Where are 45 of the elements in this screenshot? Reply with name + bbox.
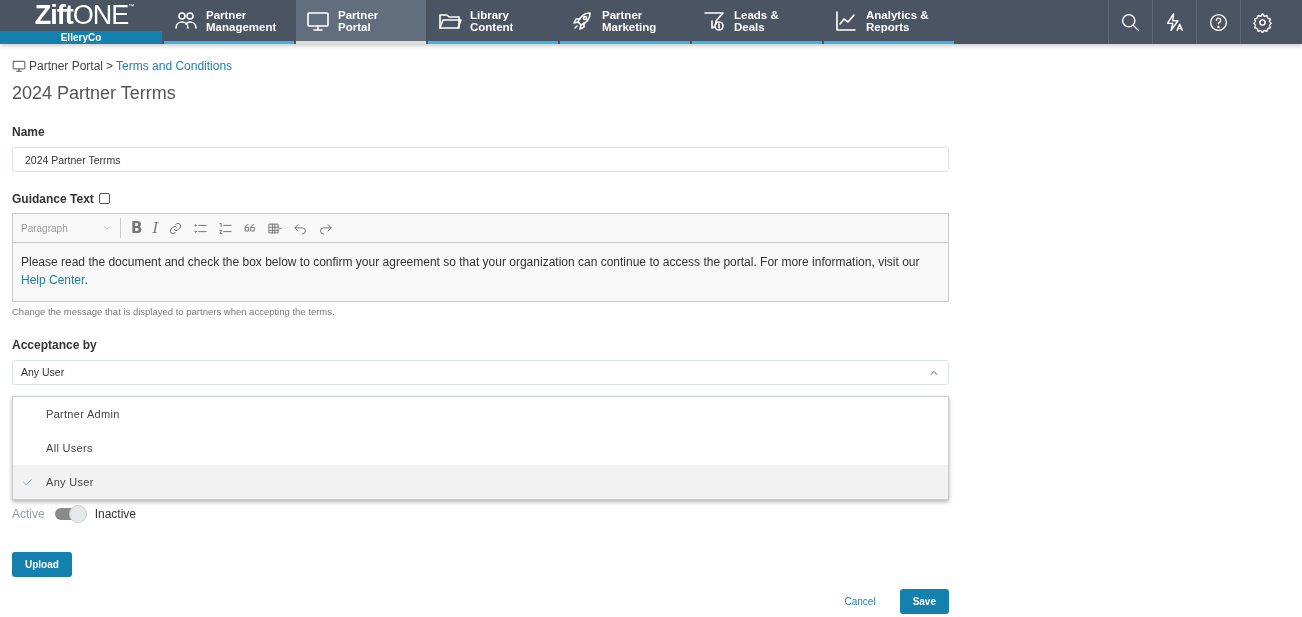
- page-title: 2024 Partner Terrms: [12, 82, 177, 105]
- nav-tab[interactable]: Partner Marketing: [560, 0, 690, 44]
- table-icon[interactable]: [268, 220, 284, 236]
- checkbox[interactable]: [98, 193, 110, 204]
- name-field[interactable]: 2024 Partner Terrms: [12, 147, 949, 172]
- cancel-link[interactable]: Cancel: [844, 594, 876, 609]
- translate-icon[interactable]: [1164, 11, 1185, 33]
- save-button[interactable]: Save: [899, 589, 949, 614]
- breadcrumb-link[interactable]: Terms and Conditions: [116, 57, 233, 75]
- nav-tab[interactable]: Library Content: [428, 0, 558, 44]
- help-text: Change the message that is displayed to partners when accepting the terms.: [12, 306, 336, 318]
- line-chart-icon: [834, 8, 858, 33]
- field-label: Acceptance by: [12, 338, 98, 352]
- dropdown-option[interactable]: Any User: [13, 465, 948, 499]
- dropdown-option[interactable]: Partner Admin: [13, 397, 948, 431]
- organization-label: ElleryCo: [0, 31, 162, 44]
- nav-tab[interactable]: Partner Management: [164, 0, 294, 44]
- help-center-link[interactable]: Help Center: [21, 273, 85, 287]
- acceptance-dropdown[interactable]: Any User: [12, 360, 949, 385]
- logo[interactable]: ZiftONE$^{™}$ ElleryCo: [0, 0, 162, 44]
- guidance-text: Please read the document and check the box below to confirm your agreement so that your organization can continue to access the portal. For more information, visit our Help Center.: [20, 254, 921, 289]
- nav-tab[interactable]: Analytics & Reports: [824, 0, 954, 44]
- dropdown-option[interactable]: All Users: [13, 431, 948, 465]
- check-icon: [22, 476, 33, 488]
- link-icon[interactable]: [168, 220, 184, 236]
- settings-icon[interactable]: [1252, 11, 1273, 33]
- breadcrumb-separator: >: [106, 58, 114, 75]
- numbered-list-icon[interactable]: [218, 220, 234, 236]
- field-label: Name: [12, 125, 46, 139]
- field-label: Guidance Text: [12, 192, 94, 206]
- monitor-icon: [12, 59, 26, 73]
- breadcrumb-item: Partner Portal: [29, 58, 104, 75]
- text-editor[interactable]: Paragraph B I Please read the document and check the box below to confirm your agreement so that your organization can continue to access the portal. For more information, visit our Help Center.: [12, 213, 949, 302]
- status-label: Active: [12, 506, 45, 523]
- chevron-down-icon: [102, 223, 112, 233]
- upload-button[interactable]: Upload: [12, 552, 72, 577]
- bold-button[interactable]: B: [131, 220, 143, 236]
- status-label: Inactive: [94, 506, 137, 523]
- italic-button[interactable]: I: [152, 220, 159, 236]
- status-toggle[interactable]: [54, 508, 85, 520]
- logo-text: ZiftONE$^{™}$: [33, 0, 135, 31]
- nav-tab[interactable]: Partner Portal: [296, 0, 426, 44]
- help-icon[interactable]: [1208, 11, 1229, 33]
- search-icon[interactable]: [1120, 11, 1141, 33]
- nav-tab[interactable]: Leads & Deals: [692, 0, 822, 44]
